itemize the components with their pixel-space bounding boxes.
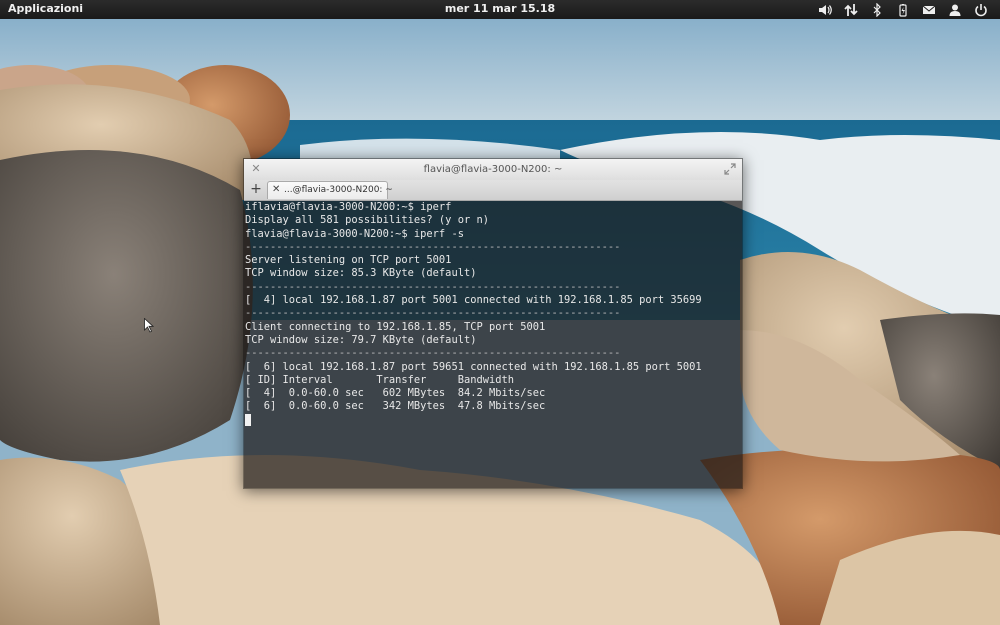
terminal-line: flavia@flavia-3000-N200:~$ iperf -s — [245, 227, 464, 240]
panel-clock[interactable]: mer 11 mar 15.18 — [445, 2, 555, 15]
top-panel: Applicazioni mer 11 mar 15.18 — [0, 0, 1000, 19]
terminal-line: TCP window size: 79.7 KByte (default) — [245, 333, 477, 346]
tab-bar: + ✕ ...@flavia-3000-N200: ~ — [244, 180, 742, 201]
terminal-output[interactable]: iflavia@flavia-3000-N200:~$ iperf Display… — [244, 201, 742, 488]
terminal-lines: iflavia@flavia-3000-N200:~$ iperf Display… — [245, 201, 742, 427]
window-title: flavia@flavia-3000-N200: ~ — [423, 164, 563, 175]
terminal-tab[interactable]: ✕ ...@flavia-3000-N200: ~ — [267, 181, 393, 199]
maximize-icon[interactable] — [724, 163, 736, 175]
window-titlebar[interactable]: ✕ flavia@flavia-3000-N200: ~ — [244, 159, 742, 180]
tab-label: ...@flavia-3000-N200: ~ — [284, 185, 393, 195]
network-icon[interactable] — [838, 1, 864, 18]
terminal-line: ----------------------------------------… — [245, 240, 621, 253]
bluetooth-icon[interactable] — [864, 1, 890, 18]
terminal-prompt-line — [245, 413, 742, 427]
panel-indicators — [812, 1, 994, 18]
terminal-line: ----------------------------------------… — [245, 307, 621, 320]
close-tab-icon[interactable]: ✕ — [272, 184, 280, 195]
user-icon[interactable] — [942, 1, 968, 18]
terminal-line: Server listening on TCP port 5001 — [245, 254, 452, 267]
terminal-window: ✕ flavia@flavia-3000-N200: ~ + ✕ ...@fla… — [243, 158, 743, 489]
terminal-line: [ 4] 0.0-60.0 sec 602 MBytes 84.2 Mbits/… — [245, 387, 546, 400]
terminal-line: Client connecting to 192.168.1.85, TCP p… — [245, 320, 546, 333]
terminal-line: ----------------------------------------… — [245, 347, 621, 360]
text-cursor — [245, 413, 251, 426]
new-tab-button[interactable]: + — [248, 181, 264, 198]
terminal-line: Display all 581 possibilities? (y or n) — [245, 214, 489, 227]
terminal-line: iflavia@flavia-3000-N200:~$ iperf — [245, 201, 452, 213]
terminal-line: ----------------------------------------… — [245, 280, 621, 293]
applications-menu[interactable]: Applicazioni — [8, 2, 83, 15]
power-icon[interactable] — [968, 1, 994, 18]
terminal-line: [ 6] 0.0-60.0 sec 342 MBytes 47.8 Mbits/… — [245, 400, 546, 413]
terminal-line: [ 6] local 192.168.1.87 port 59651 conne… — [245, 360, 702, 373]
volume-icon[interactable] — [812, 1, 838, 18]
mail-icon[interactable] — [916, 1, 942, 18]
terminal-line: [ ID] Interval Transfer Bandwidth — [245, 373, 514, 386]
mouse-pointer-icon — [144, 318, 154, 333]
battery-icon[interactable] — [890, 1, 916, 18]
terminal-line: [ 4] local 192.168.1.87 port 5001 connec… — [245, 294, 702, 307]
terminal-line: TCP window size: 85.3 KByte (default) — [245, 267, 477, 280]
